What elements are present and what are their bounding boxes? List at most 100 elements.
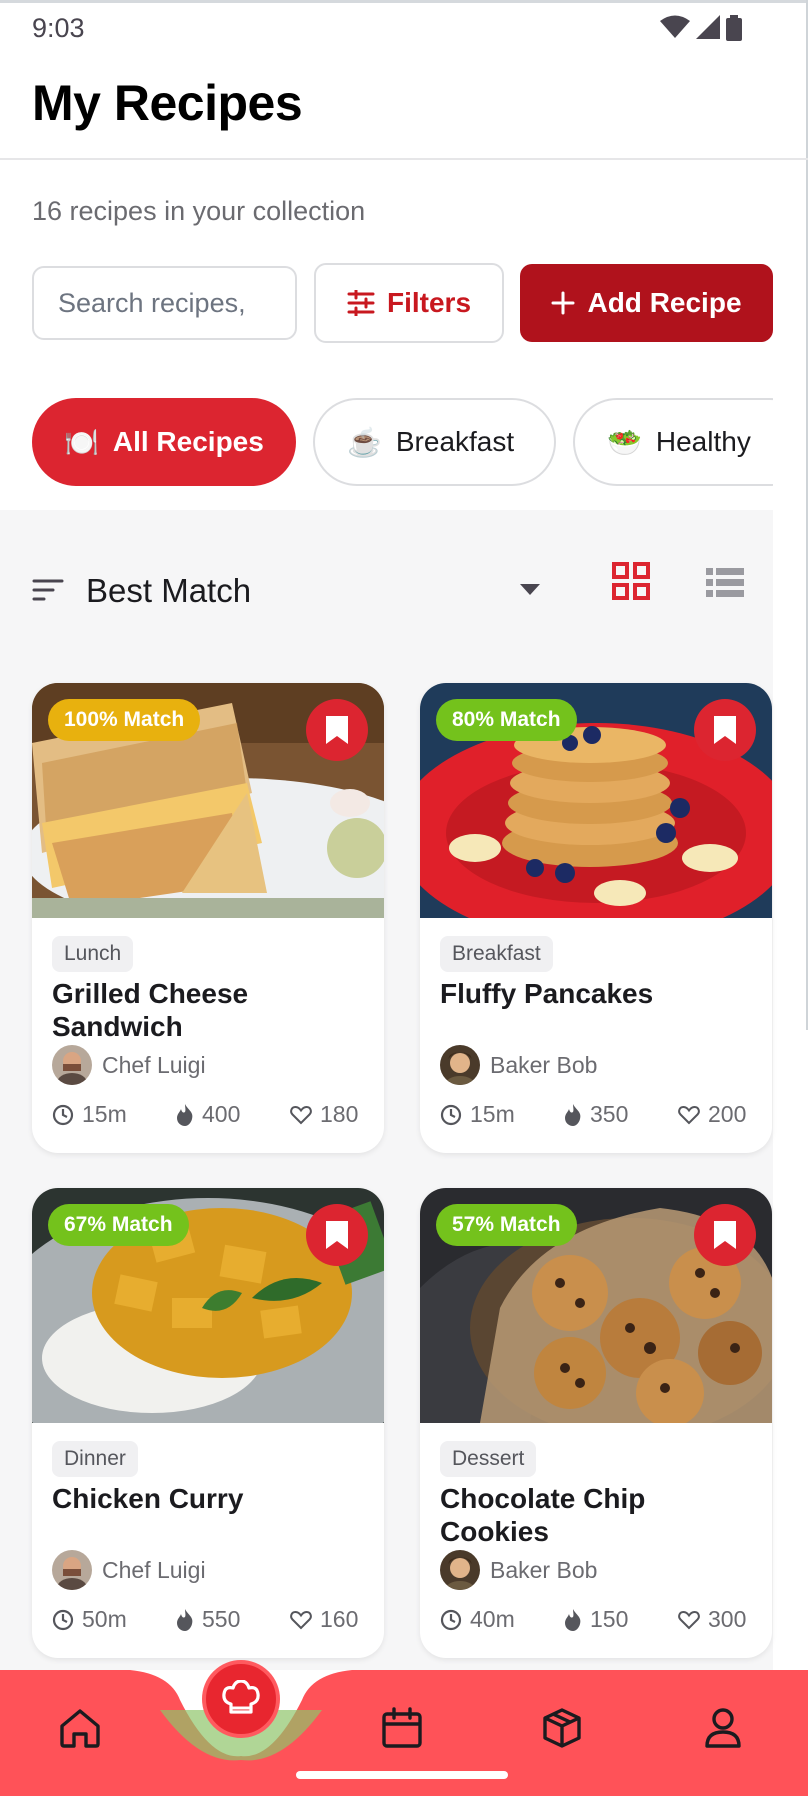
recipe-stats: 50m 550 160 bbox=[52, 1606, 368, 1636]
add-recipe-label: Add Recipe bbox=[587, 287, 742, 318]
coffee-icon: ☕ bbox=[347, 426, 382, 458]
sliders-icon bbox=[347, 290, 375, 316]
bookmark-icon bbox=[714, 1221, 736, 1249]
plus-icon bbox=[551, 291, 575, 315]
heart-icon bbox=[678, 1610, 700, 1629]
author-name: Chef Luigi bbox=[102, 1051, 206, 1078]
chip-healthy[interactable]: 🥗 Healthy bbox=[573, 398, 773, 486]
calendar-icon[interactable] bbox=[380, 1706, 424, 1750]
status-time: 9:03 bbox=[32, 13, 85, 43]
category-tag: Lunch bbox=[52, 936, 134, 972]
time-stat: 15m bbox=[440, 1101, 515, 1128]
avatar bbox=[52, 1045, 92, 1085]
recipe-card[interactable]: 67% Match Dinner Chicken Curry Chef Luig… bbox=[32, 1188, 384, 1658]
grid-view-icon[interactable] bbox=[612, 562, 650, 600]
recipe-card[interactable]: 57% Match Dessert Chocolate Chip Cookies… bbox=[420, 1188, 772, 1658]
recipe-author: Chef Luigi bbox=[52, 1550, 206, 1590]
match-badge: 57% Match bbox=[436, 1204, 577, 1246]
box-icon[interactable] bbox=[540, 1706, 584, 1750]
match-badge: 100% Match bbox=[48, 699, 201, 741]
time-stat: 40m bbox=[440, 1606, 515, 1633]
time-stat: 50m bbox=[52, 1606, 127, 1633]
likes-stat: 160 bbox=[290, 1606, 358, 1633]
avatar bbox=[440, 1045, 480, 1085]
recipe-card[interactable]: 80% Match Breakfast Fluffy Pancakes Bake… bbox=[420, 683, 772, 1153]
bookmark-icon bbox=[326, 1221, 348, 1249]
recipe-title: Fluffy Pancakes bbox=[440, 978, 654, 1009]
flame-icon bbox=[565, 1608, 581, 1631]
filters-button[interactable]: Filters bbox=[314, 263, 504, 343]
category-chips: 🍽️ All Recipes ☕ Breakfast 🥗 Healthy bbox=[0, 398, 773, 488]
bookmark-icon bbox=[714, 716, 736, 744]
app-screen: 9:03 My Recipes 16 recipes in your colle… bbox=[0, 0, 808, 1796]
add-recipe-button[interactable]: Add Recipe bbox=[520, 264, 773, 342]
recipe-title: Grilled Cheese Sandwich bbox=[52, 978, 249, 1042]
wifi-icon bbox=[660, 15, 690, 38]
recipe-title: Chicken Curry bbox=[52, 1483, 244, 1514]
sort-icon bbox=[32, 579, 64, 601]
recipe-image-cookies: 57% Match bbox=[420, 1188, 772, 1423]
chef-hat-button[interactable] bbox=[202, 1660, 280, 1738]
search-input[interactable]: Search recipes, bbox=[32, 266, 297, 340]
likes-stat: 200 bbox=[678, 1101, 746, 1128]
recipe-image-curry: 67% Match bbox=[32, 1188, 384, 1423]
calories-stat: 350 bbox=[564, 1101, 628, 1128]
page-title: My Recipes bbox=[32, 75, 303, 131]
recipe-author: Baker Bob bbox=[440, 1550, 597, 1590]
recipe-stats: 15m 400 180 bbox=[52, 1101, 368, 1131]
sort-dropdown[interactable]: Best Match bbox=[86, 572, 251, 610]
recipe-title: Chocolate Chip Cookies bbox=[440, 1483, 646, 1547]
clock-icon bbox=[52, 1104, 74, 1125]
category-tag: Breakfast bbox=[440, 936, 553, 972]
bookmark-button[interactable] bbox=[694, 1204, 756, 1266]
flame-icon bbox=[177, 1608, 193, 1631]
avatar bbox=[52, 1550, 92, 1590]
plate-icon: 🍽️ bbox=[64, 426, 99, 458]
signal-icon bbox=[696, 15, 720, 39]
calories-stat: 150 bbox=[564, 1606, 628, 1633]
heart-icon bbox=[290, 1610, 312, 1629]
profile-icon[interactable] bbox=[701, 1706, 745, 1750]
bookmark-button[interactable] bbox=[694, 699, 756, 761]
recipe-card[interactable]: 100% Match Lunch Grilled Cheese Sandwich… bbox=[32, 683, 384, 1153]
heart-icon bbox=[678, 1105, 700, 1124]
chip-label: Breakfast bbox=[395, 426, 515, 457]
chevron-down-icon[interactable] bbox=[520, 584, 540, 595]
battery-icon bbox=[726, 15, 742, 41]
home-icon[interactable] bbox=[58, 1706, 102, 1750]
clock-icon bbox=[440, 1104, 462, 1125]
recipe-author: Baker Bob bbox=[440, 1045, 597, 1085]
author-name: Baker Bob bbox=[490, 1051, 598, 1078]
filters-label: Filters bbox=[386, 287, 472, 318]
flame-icon bbox=[177, 1103, 193, 1126]
recipe-image-grilled-cheese: 100% Match bbox=[32, 683, 384, 918]
bookmark-button[interactable] bbox=[306, 699, 368, 761]
category-tag: Dinner bbox=[52, 1441, 138, 1477]
category-tag: Dessert bbox=[440, 1441, 537, 1477]
recipe-author: Chef Luigi bbox=[52, 1045, 206, 1085]
chip-all-recipes[interactable]: 🍽️ All Recipes bbox=[32, 398, 296, 486]
status-icons bbox=[660, 15, 742, 41]
chip-label: Healthy bbox=[655, 426, 751, 457]
match-badge: 67% Match bbox=[48, 1204, 189, 1246]
author-name: Chef Luigi bbox=[102, 1556, 206, 1583]
status-bar: 9:03 bbox=[0, 0, 808, 50]
clock-icon bbox=[52, 1609, 74, 1630]
salad-icon: 🥗 bbox=[607, 426, 642, 458]
header-divider bbox=[0, 158, 808, 160]
bookmark-icon bbox=[326, 716, 348, 744]
chip-breakfast[interactable]: ☕ Breakfast bbox=[313, 398, 556, 486]
calories-stat: 550 bbox=[176, 1606, 240, 1633]
bookmark-button[interactable] bbox=[306, 1204, 368, 1266]
match-badge: 80% Match bbox=[436, 699, 577, 741]
heart-icon bbox=[290, 1105, 312, 1124]
recipe-count-text: 16 recipes in your collection bbox=[32, 196, 366, 226]
recipe-image-pancakes: 80% Match bbox=[420, 683, 772, 918]
list-view-icon[interactable] bbox=[706, 568, 744, 598]
home-indicator[interactable] bbox=[296, 1771, 508, 1779]
clock-icon bbox=[440, 1609, 462, 1630]
recipe-list-area: Best Match 100% Match Lunch Grilled Chee… bbox=[0, 510, 773, 1670]
calories-stat: 400 bbox=[176, 1101, 240, 1128]
sort-row: Best Match bbox=[32, 562, 752, 622]
recipe-stats: 15m 350 200 bbox=[440, 1101, 756, 1131]
